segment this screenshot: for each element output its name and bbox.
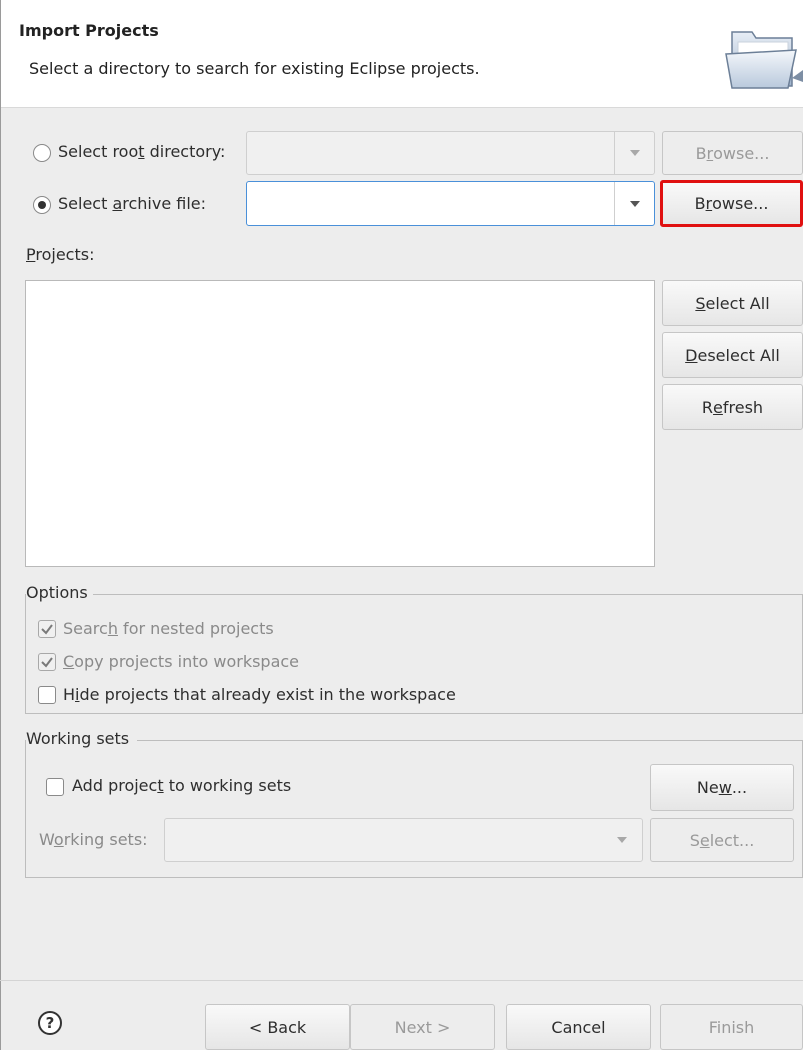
- page-description: Select a directory to search for existin…: [29, 59, 480, 78]
- root-directory-radio[interactable]: [33, 144, 51, 162]
- archive-file-radio[interactable]: [33, 196, 51, 214]
- next-button[interactable]: Next >: [350, 1004, 495, 1050]
- new-working-set-button[interactable]: Ne w...: [650, 764, 794, 811]
- add-to-working-sets-checkbox[interactable]: [46, 778, 64, 796]
- archive-browse-button[interactable]: Br owse...: [660, 180, 803, 227]
- back-button[interactable]: < Back: [205, 1004, 350, 1050]
- root-directory-label: Select root directory:: [58, 142, 226, 161]
- checkmark-icon: [41, 624, 53, 635]
- copy-projects-checkbox[interactable]: [38, 653, 56, 671]
- refresh-button[interactable]: Re fresh: [662, 384, 803, 430]
- add-to-working-sets-label: Add project to working sets: [72, 776, 292, 795]
- help-icon[interactable]: ?: [38, 1011, 62, 1035]
- nested-projects-checkbox[interactable]: [38, 620, 56, 638]
- footer-divider: [0, 980, 803, 981]
- hide-existing-checkbox[interactable]: [38, 686, 56, 704]
- folder-open-icon: [722, 18, 803, 94]
- working-sets-combo[interactable]: [164, 818, 643, 862]
- chevron-down-icon[interactable]: [614, 132, 654, 174]
- hide-existing-label: Hide projects that already exist in the …: [63, 685, 456, 704]
- page-title: Import Projects: [19, 21, 159, 40]
- chevron-down-icon[interactable]: [602, 819, 642, 861]
- select-working-sets-button[interactable]: Se lect...: [650, 818, 794, 862]
- projects-list[interactable]: [25, 280, 655, 567]
- cancel-button[interactable]: Cancel: [506, 1004, 651, 1050]
- archive-file-combo[interactable]: [246, 181, 655, 226]
- dialog-header: [0, 0, 803, 108]
- root-browse-button[interactable]: Br owse...: [662, 131, 803, 175]
- root-directory-combo[interactable]: [246, 131, 655, 175]
- select-all-button[interactable]: Select All: [662, 280, 803, 326]
- working-sets-label: Working sets:: [39, 830, 148, 849]
- chevron-down-icon[interactable]: [614, 182, 654, 225]
- archive-file-label: Select archive file:: [58, 194, 207, 213]
- finish-button[interactable]: Finish: [660, 1004, 803, 1050]
- deselect-all-button[interactable]: Deselect All: [662, 332, 803, 378]
- copy-projects-label: Copy projects into workspace: [63, 652, 300, 671]
- window-border: [0, 0, 1, 1050]
- nested-projects-label: Search for nested projects: [63, 619, 274, 638]
- projects-label: Projects:: [26, 245, 95, 264]
- checkmark-icon: [41, 657, 53, 668]
